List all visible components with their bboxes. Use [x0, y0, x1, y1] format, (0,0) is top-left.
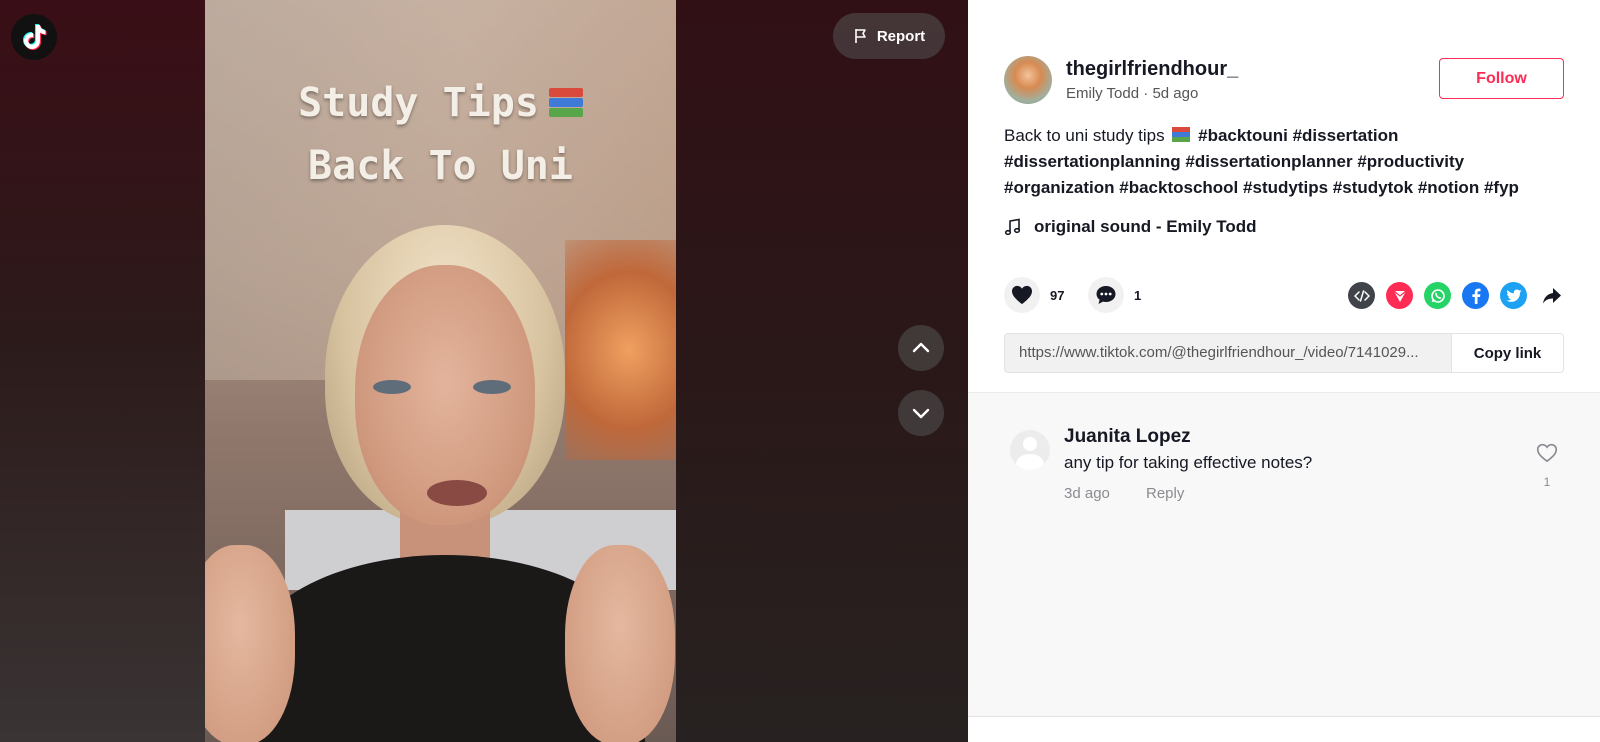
hashtag-link[interactable]: #studytips: [1243, 178, 1328, 197]
tiktok-logo-icon[interactable]: [11, 14, 57, 60]
hashtag-link[interactable]: #notion: [1418, 178, 1479, 197]
details-panel: thegirlfriendhour_ Emily Todd · 5d ago F…: [968, 0, 1600, 742]
books-emoji-icon: [1172, 127, 1191, 143]
like-count: 97: [1050, 287, 1065, 303]
reply-button[interactable]: Reply: [1146, 485, 1184, 502]
share-link-url[interactable]: https://www.tiktok.com/@thegirlfriendhou…: [1005, 334, 1451, 372]
music-note-icon: [1004, 218, 1021, 236]
video-person-mouth: [427, 480, 487, 506]
video-person-hand: [205, 545, 295, 742]
chevron-down-icon: [912, 408, 930, 419]
post-time: 5d ago: [1152, 85, 1199, 102]
author-subline: Emily Todd · 5d ago: [1066, 85, 1198, 102]
video-blur-left: [0, 0, 205, 742]
overlay-line-1: Study Tips: [298, 80, 539, 126]
share-arrow-icon[interactable]: [1538, 282, 1565, 309]
video-overlay-subtitle: Back To Uni: [308, 143, 573, 189]
hashtag-link[interactable]: #productivity: [1357, 152, 1464, 171]
flag-icon: [855, 29, 866, 43]
music-label: original sound - Emily Todd: [1034, 217, 1257, 236]
twitter-icon[interactable]: [1500, 282, 1527, 309]
copy-link-button[interactable]: Copy link: [1451, 334, 1563, 372]
hashtag-link[interactable]: #studytok: [1333, 178, 1413, 197]
author-display-name: Emily Todd: [1066, 85, 1140, 102]
video-caption: Back to uni study tips #backtouni #disse…: [1004, 123, 1564, 201]
video-overlay-title: Study Tips: [205, 80, 676, 126]
like-button[interactable]: [1004, 277, 1040, 313]
books-emoji-icon: [548, 86, 583, 120]
video-lamp: [565, 240, 676, 460]
comments-section: Juanita Lopez any tip for taking effecti…: [968, 392, 1600, 716]
subline-separator: ·: [1139, 85, 1153, 102]
hashtag-link[interactable]: #dissertationplanner: [1185, 152, 1352, 171]
hashtag-link[interactable]: #backtoschool: [1119, 178, 1238, 197]
video-blur-right: [676, 0, 968, 742]
heart-icon: [1012, 285, 1032, 305]
comment-text: any tip for taking effective notes?: [1064, 453, 1313, 472]
report-label: Report: [876, 27, 926, 45]
hashtag-link[interactable]: #backtouni: [1198, 126, 1288, 145]
share-link-box: https://www.tiktok.com/@thegirlfriendhou…: [1004, 333, 1564, 373]
comment-like-count: 1: [1543, 475, 1551, 489]
follow-button[interactable]: Follow: [1439, 58, 1564, 99]
heart-outline-icon: [1536, 443, 1558, 463]
hashtag-link[interactable]: #dissertation: [1293, 126, 1399, 145]
tiktok-note-icon: [23, 24, 47, 50]
comment-bubble-icon: [1096, 286, 1116, 304]
comment-time: 3d ago: [1064, 485, 1110, 502]
chevron-up-icon: [912, 342, 930, 353]
video-person-eye: [373, 380, 411, 394]
caption-text: Back to uni study tips: [1004, 126, 1165, 145]
commenter-avatar[interactable]: [1010, 430, 1050, 470]
facebook-icon[interactable]: [1462, 282, 1489, 309]
like-action: 97: [1004, 277, 1064, 313]
embed-icon[interactable]: [1348, 282, 1375, 309]
video-person-eye: [473, 380, 511, 394]
comment-action: 1: [1088, 277, 1141, 313]
whatsapp-icon[interactable]: [1424, 282, 1451, 309]
video-person-hand: [565, 545, 675, 742]
comment-button[interactable]: [1088, 277, 1124, 313]
author-username[interactable]: thegirlfriendhour_: [1066, 58, 1238, 81]
report-button[interactable]: Report: [833, 13, 945, 59]
hashtag-link[interactable]: #organization: [1004, 178, 1115, 197]
hashtag-link[interactable]: #fyp: [1484, 178, 1519, 197]
send-icon[interactable]: [1386, 282, 1413, 309]
video-panel[interactable]: Study Tips Back To Uni Report: [0, 0, 968, 742]
comment-count: 1: [1134, 287, 1142, 303]
next-video-button[interactable]: [898, 390, 944, 436]
author-avatar[interactable]: [1004, 56, 1052, 104]
share-bar: [1348, 282, 1565, 309]
comment-input-bar[interactable]: [968, 716, 1600, 742]
music-link[interactable]: original sound - Emily Todd: [1004, 217, 1257, 237]
commenter-name[interactable]: Juanita Lopez: [1064, 426, 1191, 448]
previous-video-button[interactable]: [898, 325, 944, 371]
hashtag-link[interactable]: #dissertationplanning: [1004, 152, 1181, 171]
comment-like-button[interactable]: [1534, 443, 1560, 468]
